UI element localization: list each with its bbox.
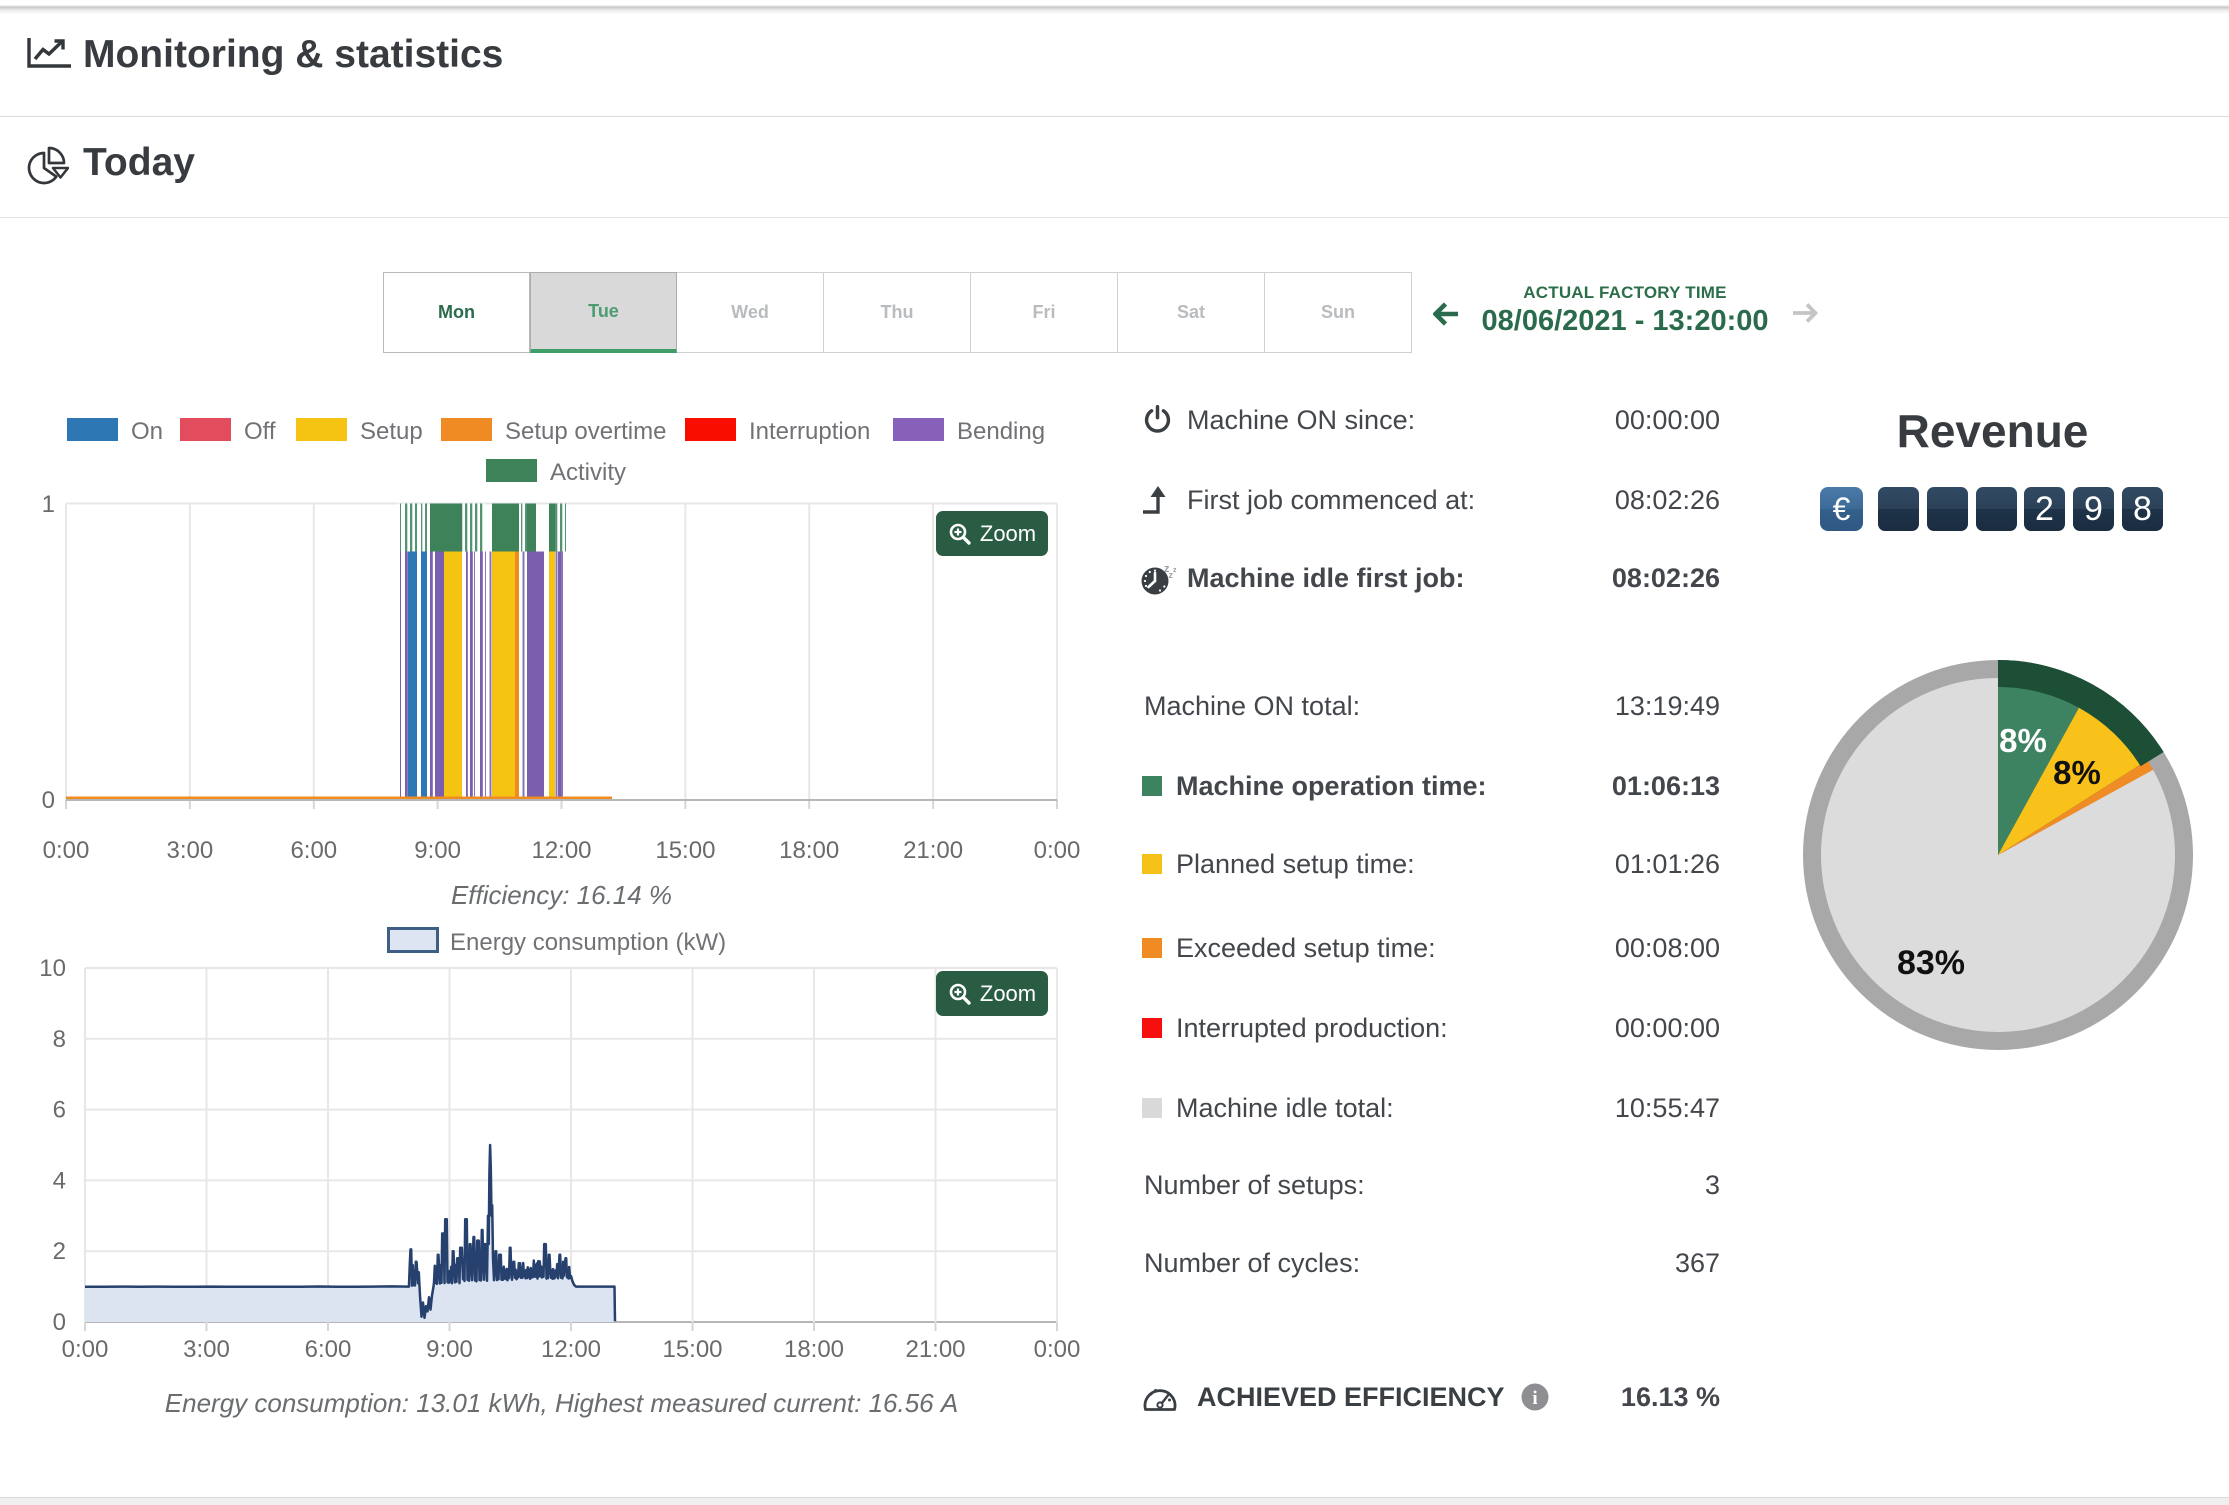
svg-text:9:00: 9:00 (426, 1336, 473, 1363)
svg-text:3:00: 3:00 (183, 1336, 230, 1363)
svg-text:12:00: 12:00 (531, 837, 591, 864)
svg-text:2: 2 (53, 1238, 66, 1265)
svg-text:0: 0 (42, 787, 55, 814)
svg-text:0:00: 0:00 (62, 1336, 109, 1363)
svg-text:10: 10 (39, 955, 66, 982)
svg-text:0:00: 0:00 (1034, 1336, 1081, 1363)
svg-text:15:00: 15:00 (655, 837, 715, 864)
svg-text:0: 0 (53, 1309, 66, 1336)
svg-text:0:00: 0:00 (1034, 837, 1081, 864)
svg-text:4: 4 (53, 1167, 66, 1194)
svg-text:9:00: 9:00 (414, 837, 461, 864)
svg-text:8%: 8% (1999, 722, 2047, 759)
svg-text:12:00: 12:00 (541, 1336, 601, 1363)
svg-text:0:00: 0:00 (43, 837, 90, 864)
svg-text:15:00: 15:00 (662, 1336, 722, 1363)
svg-text:21:00: 21:00 (905, 1336, 965, 1363)
svg-text:3:00: 3:00 (167, 837, 214, 864)
svg-text:18:00: 18:00 (784, 1336, 844, 1363)
svg-text:8%: 8% (2053, 754, 2101, 791)
svg-text:83%: 83% (1897, 944, 1965, 982)
svg-text:1: 1 (42, 491, 55, 518)
svg-text:6:00: 6:00 (305, 1336, 352, 1363)
svg-text:8: 8 (53, 1026, 66, 1053)
svg-text:21:00: 21:00 (903, 837, 963, 864)
svg-text:6: 6 (53, 1097, 66, 1124)
svg-text:z: z (1173, 567, 1177, 574)
svg-text:18:00: 18:00 (779, 837, 839, 864)
svg-text:6:00: 6:00 (290, 837, 337, 864)
